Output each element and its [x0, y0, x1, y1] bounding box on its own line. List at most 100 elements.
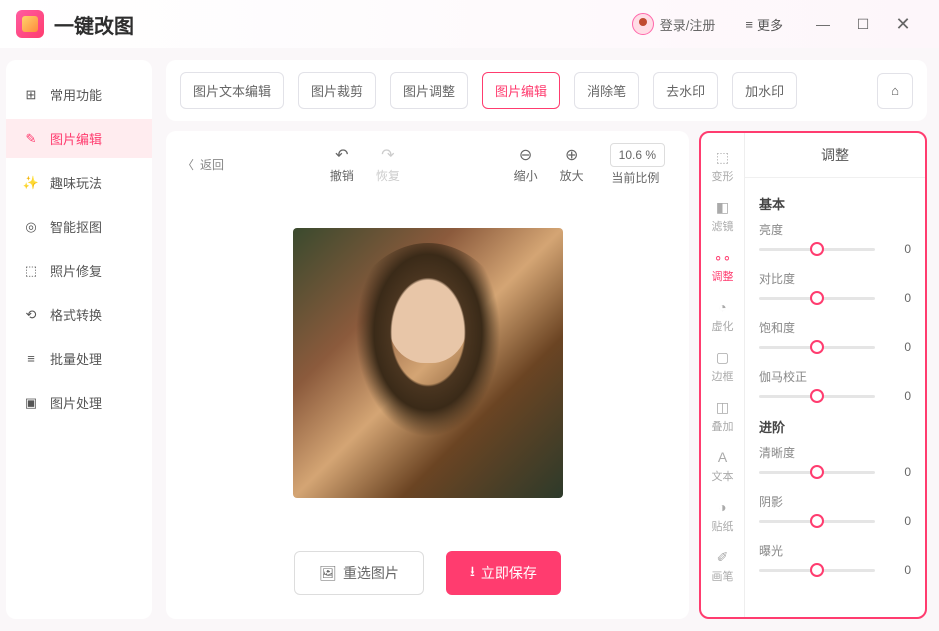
- slider-gamma: 伽马校正0: [759, 368, 911, 403]
- slider-shadow: 阴影0: [759, 493, 911, 528]
- maximize-button[interactable]: ☐: [853, 14, 873, 34]
- overlay-icon: ◫: [714, 398, 732, 416]
- home-button[interactable]: ⌂: [877, 73, 913, 109]
- tab-edit[interactable]: 图片编辑: [482, 72, 560, 109]
- reselect-button[interactable]: 🖼重选图片: [294, 551, 424, 595]
- action-row: 🖼重选图片 ⭳立即保存: [182, 539, 673, 607]
- slider-track[interactable]: [759, 471, 875, 474]
- editor-toolbar: 〈返回 ↶撤销 ↷恢复 ⊖缩小 ⊕放大 10.6 %当前比例: [182, 143, 673, 186]
- toolstrip-adjust[interactable]: ∘∘调整: [712, 241, 734, 291]
- tab-remove-watermark[interactable]: 去水印: [653, 72, 718, 109]
- sparkle-icon: ✨: [22, 174, 40, 192]
- slider-brightness: 亮度0: [759, 221, 911, 256]
- image-icon: 🖼: [319, 565, 337, 582]
- slider-track[interactable]: [759, 569, 875, 572]
- sidebar-item-convert[interactable]: ⟲格式转换: [6, 295, 152, 334]
- toolstrip-brush[interactable]: ✐画笔: [712, 541, 734, 591]
- slider-thumb[interactable]: [810, 242, 824, 256]
- slider-thumb[interactable]: [810, 340, 824, 354]
- chevron-left-icon: 〈: [182, 156, 194, 173]
- toolstrip-transform[interactable]: ⬚变形: [712, 141, 734, 191]
- slider-exposure: 曝光0: [759, 542, 911, 577]
- slider-track[interactable]: [759, 520, 875, 523]
- toolstrip-filter[interactable]: ◧滤镜: [712, 191, 734, 241]
- sidebar-item-fun[interactable]: ✨趣味玩法: [6, 163, 152, 202]
- adjust-icon: ∘∘: [714, 248, 732, 266]
- slider-track[interactable]: [759, 248, 875, 251]
- slider-thumb[interactable]: [810, 291, 824, 305]
- slider-saturation: 饱和度0: [759, 319, 911, 354]
- zoom-in-icon: ⊕: [565, 145, 578, 165]
- more-menu[interactable]: ≡更多: [745, 15, 783, 34]
- edit-icon: ✎: [22, 130, 40, 148]
- image-icon: ▣: [22, 394, 40, 412]
- titlebar: 一键改图 登录/注册 ≡更多 — ☐ ✕: [0, 0, 939, 48]
- save-button[interactable]: ⭳立即保存: [446, 551, 561, 595]
- sidebar-item-batch[interactable]: ≡批量处理: [6, 339, 152, 378]
- slider-thumb[interactable]: [810, 563, 824, 577]
- tab-adjust[interactable]: 图片调整: [390, 72, 468, 109]
- back-button[interactable]: 〈返回: [182, 156, 224, 173]
- sidebar-item-process[interactable]: ▣图片处理: [6, 383, 152, 422]
- blur-icon: ◔: [714, 298, 732, 316]
- close-button[interactable]: ✕: [893, 14, 913, 34]
- zoom-in-button[interactable]: ⊕放大: [560, 145, 584, 184]
- download-icon: ⭳: [470, 561, 475, 585]
- tab-crop[interactable]: 图片裁剪: [298, 72, 376, 109]
- photo-preview: [293, 228, 563, 498]
- tabs-row: 图片文本编辑 图片裁剪 图片调整 图片编辑 消除笔 去水印 加水印 ⌂: [166, 60, 927, 121]
- toolstrip-blur[interactable]: ◔虚化: [712, 291, 734, 341]
- redo-icon: ↷: [381, 145, 394, 165]
- section-advanced: 进阶: [759, 417, 911, 436]
- layers-icon: ≡: [22, 350, 40, 368]
- border-icon: ▢: [714, 348, 732, 366]
- app-logo: [16, 10, 44, 38]
- adjust-title: 调整: [745, 133, 925, 178]
- toolstrip-border[interactable]: ▢边框: [712, 341, 734, 391]
- toolstrip: ⬚变形 ◧滤镜 ∘∘调整 ◔虚化 ▢边框 ◫叠加 A文本 ◑贴纸 ✐画笔: [701, 133, 745, 617]
- target-icon: ◎: [22, 218, 40, 236]
- zoom-out-button[interactable]: ⊖缩小: [514, 145, 538, 184]
- sidebar-item-edit[interactable]: ✎图片编辑: [6, 119, 152, 158]
- canvas[interactable]: [182, 186, 673, 539]
- filter-icon: ◧: [714, 198, 732, 216]
- slider-sharpness: 清晰度0: [759, 444, 911, 479]
- minimize-button[interactable]: —: [813, 14, 833, 34]
- undo-icon: ↶: [335, 145, 348, 165]
- toolstrip-sticker[interactable]: ◑贴纸: [712, 491, 734, 541]
- brush-icon: ✐: [714, 548, 732, 566]
- adjust-panel: ⬚变形 ◧滤镜 ∘∘调整 ◔虚化 ▢边框 ◫叠加 A文本 ◑贴纸 ✐画笔 调整 …: [699, 131, 927, 619]
- slider-track[interactable]: [759, 297, 875, 300]
- tab-eraser[interactable]: 消除笔: [574, 72, 639, 109]
- slider-thumb[interactable]: [810, 389, 824, 403]
- convert-icon: ⟲: [22, 306, 40, 324]
- sticker-icon: ◑: [714, 498, 732, 516]
- app-title: 一键改图: [54, 10, 134, 39]
- undo-button[interactable]: ↶撤销: [330, 145, 354, 184]
- slider-track[interactable]: [759, 346, 875, 349]
- login-link[interactable]: 登录/注册: [660, 15, 716, 34]
- slider-contrast: 对比度0: [759, 270, 911, 305]
- sidebar-item-common[interactable]: ⊞常用功能: [6, 75, 152, 114]
- redo-button[interactable]: ↷恢复: [376, 145, 400, 184]
- section-basic: 基本: [759, 194, 911, 213]
- sidebar-item-cutout[interactable]: ◎智能抠图: [6, 207, 152, 246]
- tab-add-watermark[interactable]: 加水印: [732, 72, 797, 109]
- zoom-ratio: 10.6 %当前比例: [606, 143, 665, 186]
- toolstrip-text[interactable]: A文本: [712, 441, 734, 491]
- text-icon: A: [714, 448, 732, 466]
- slider-thumb[interactable]: [810, 465, 824, 479]
- toolstrip-overlay[interactable]: ◫叠加: [712, 391, 734, 441]
- grid-icon: ⊞: [22, 86, 40, 104]
- sidebar: ⊞常用功能 ✎图片编辑 ✨趣味玩法 ◎智能抠图 ⬚照片修复 ⟲格式转换 ≡批量处…: [6, 60, 152, 619]
- zoom-out-icon: ⊖: [519, 145, 532, 165]
- slider-track[interactable]: [759, 395, 875, 398]
- canvas-area: 〈返回 ↶撤销 ↷恢复 ⊖缩小 ⊕放大 10.6 %当前比例 🖼重选图片 ⭳立即…: [166, 131, 689, 619]
- avatar[interactable]: [632, 13, 654, 35]
- adjust-body: 基本 亮度0 对比度0 饱和度0 伽马校正0 进阶 清晰度0 阴影0 曝光0: [745, 178, 925, 617]
- home-icon: ⌂: [891, 83, 899, 98]
- sidebar-item-repair[interactable]: ⬚照片修复: [6, 251, 152, 290]
- tab-text-edit[interactable]: 图片文本编辑: [180, 72, 284, 109]
- repair-icon: ⬚: [22, 262, 40, 280]
- slider-thumb[interactable]: [810, 514, 824, 528]
